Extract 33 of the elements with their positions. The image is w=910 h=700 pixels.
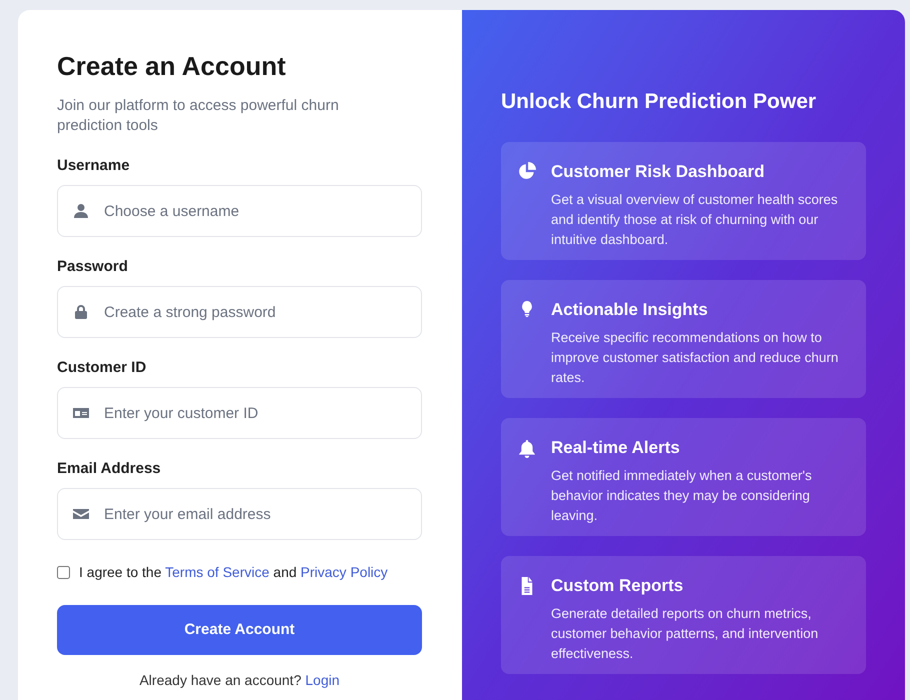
pie-chart-icon	[518, 162, 536, 180]
user-icon	[73, 203, 89, 219]
policy-link[interactable]: Privacy Policy	[300, 564, 388, 580]
subtitle: Join our platform to access powerful churn prediction tools	[57, 96, 340, 136]
promo-title: Unlock Churn Prediction Power	[501, 89, 818, 115]
create-account-button[interactable]: Create Account	[57, 605, 422, 655]
field-label: Customer ID	[57, 358, 148, 378]
input-field[interactable]: Create a strong password	[57, 286, 422, 338]
input-field[interactable]: Enter your customer ID	[57, 387, 422, 439]
feature-title: Actionable Insights	[551, 299, 709, 321]
lightbulb-icon	[520, 301, 534, 317]
feature-title: Custom Reports	[551, 575, 684, 597]
feature-title: Real-time Alerts	[551, 437, 681, 459]
field-label: Username	[57, 156, 131, 176]
login-link[interactable]: Login	[305, 672, 340, 688]
policy-link[interactable]: Terms of Service	[165, 564, 270, 580]
input-field[interactable]: Choose a username	[57, 185, 422, 237]
lock-icon	[73, 304, 89, 320]
document-icon	[520, 577, 534, 595]
agreement-text: I agree to the Terms of Service and Privacy Policy	[79, 563, 388, 582]
field-label: Email Address	[57, 459, 162, 479]
login-prompt: Already have an account? Login	[139, 672, 340, 688]
feature-title: Customer Risk Dashboard	[551, 161, 766, 183]
bell-icon	[518, 440, 536, 458]
input-field[interactable]: Enter your email address	[57, 488, 422, 540]
feature-description: Receive specific recommendations on how to improve customer satisfaction and reduce churn rates.	[551, 329, 840, 387]
feature-description: Generate detailed reports on churn metrics, customer behavior patterns, and intervention effectiveness.	[551, 605, 820, 663]
page-title: Create an Account	[57, 50, 287, 82]
feature-description: Get a visual overview of customer health scores and identify those at risk of churning with our intuitive dashboard.	[551, 191, 839, 249]
feature-description: Get notified immediately when a customer's behavior indicates they may be considering leaving.	[551, 467, 813, 525]
envelope-icon	[73, 506, 89, 522]
agree-checkbox[interactable]	[57, 566, 70, 579]
field-label: Password	[57, 257, 129, 277]
